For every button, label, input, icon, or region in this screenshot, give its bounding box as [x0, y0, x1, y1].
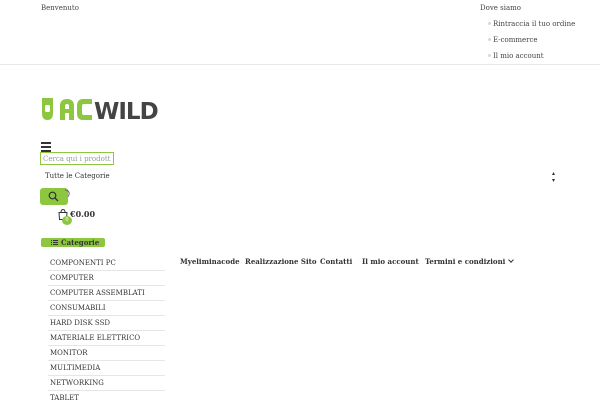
category-select[interactable]: Tutte le Categorie ▴ ▾ [41, 170, 557, 184]
svg-text:WILD: WILD [94, 99, 158, 122]
search-button[interactable] [40, 188, 71, 205]
button-tip-icon [63, 189, 71, 197]
top-bar: Benvenuto Dove siamo Rintraccia il tuo o… [0, 0, 600, 65]
search-input[interactable] [40, 152, 114, 165]
top-link-rintraccia-ordine[interactable]: Rintraccia il tuo ordine [480, 20, 575, 36]
top-links: Dove siamo Rintraccia il tuo ordine E-co… [480, 4, 575, 68]
category-list: COMPONENTI PC COMPUTER COMPUTER ASSEMBLA… [48, 256, 165, 400]
menu-toggle-icon[interactable] [41, 142, 51, 152]
category-item-computer[interactable]: COMPUTER [48, 271, 165, 286]
cart-amount: €0.00 [70, 209, 96, 219]
category-item-materiale-elettrico[interactable]: MATERIALE ELETTRICO [48, 331, 165, 346]
top-link-dove-siamo[interactable]: Dove siamo [480, 4, 575, 20]
category-item-consumabili[interactable]: CONSUMABILI [48, 301, 165, 316]
search-icon [48, 191, 59, 202]
category-select-value: Tutte le Categorie [45, 172, 110, 180]
category-item-componenti-pc[interactable]: COMPONENTI PC [48, 256, 165, 271]
category-item-computer-assemblati[interactable]: COMPUTER ASSEMBLATI [48, 286, 165, 301]
list-icon [51, 240, 58, 245]
categories-title: Categorie [61, 238, 100, 247]
top-link-e-commerce[interactable]: E-commerce [480, 36, 575, 52]
top-link-mio-account[interactable]: Il mio account [480, 52, 575, 68]
select-arrows-icon: ▴ ▾ [551, 170, 555, 184]
nav-item-termini-condizioni[interactable]: Termini e condizioni [425, 257, 515, 266]
nav-item-contatti[interactable]: Contatti [320, 257, 352, 266]
category-item-tablet[interactable]: TABLET [48, 391, 165, 400]
category-item-hard-disk-ssd[interactable]: HARD DISK SSD [48, 316, 165, 331]
category-item-networking[interactable]: NETWORKING [48, 376, 165, 391]
nav-item-mio-account[interactable]: Il mio account [362, 257, 419, 266]
nav-item-realizzazione-sito[interactable]: Realizzazione Sito [245, 257, 317, 266]
categories-header[interactable]: Categorie [41, 238, 105, 247]
acwild-logo[interactable]: WILD [40, 96, 172, 122]
category-item-multimedia[interactable]: MULTIMEDIA [48, 361, 165, 376]
chevron-down-icon [508, 257, 515, 263]
category-item-monitor[interactable]: MONITOR [48, 346, 165, 361]
welcome-text: Benvenuto [41, 4, 79, 12]
nav-item-myeliminacode[interactable]: Myeliminacode [180, 257, 240, 266]
